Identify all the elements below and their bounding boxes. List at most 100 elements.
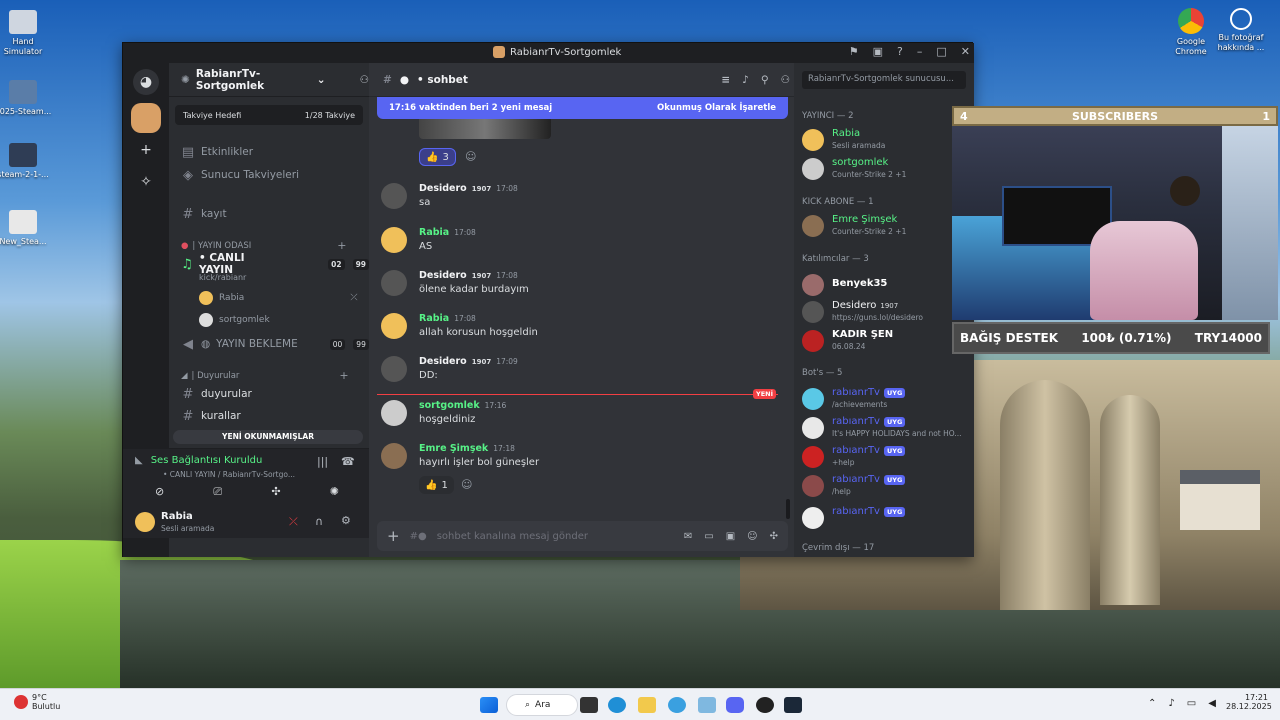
bell-icon[interactable]: ♪ bbox=[742, 74, 749, 86]
new-messages-bar[interactable]: 17:16 vaktinden beri 2 yeni mesaj Okunmu… bbox=[377, 97, 788, 119]
message-author[interactable]: Rabia bbox=[419, 313, 449, 324]
voice-channel-yayin-bekleme[interactable]: ◀ ◍ YAYIN BEKLEME 00 99 bbox=[181, 335, 369, 353]
channel-duyurular[interactable]: # duyurular bbox=[181, 385, 252, 403]
mic-icon[interactable]: ♪ bbox=[1168, 698, 1174, 709]
member-bot[interactable]: rabıanrTv UYG +help bbox=[802, 444, 970, 470]
file-explorer-icon[interactable] bbox=[638, 697, 656, 713]
help-icon[interactable]: ? bbox=[897, 45, 903, 58]
member-desidero[interactable]: Desidero 1907 https://guns.lol/desidero bbox=[802, 299, 970, 325]
apps-icon[interactable]: ✣ bbox=[770, 531, 778, 542]
member-emre[interactable]: Emre Şimşek Counter-Strike 2 +1 bbox=[802, 213, 970, 239]
disconnect-icon[interactable]: ☎ bbox=[341, 455, 355, 468]
sticker-icon[interactable]: ▣ bbox=[726, 531, 735, 542]
threads-icon[interactable]: ≡ bbox=[721, 74, 730, 86]
edge-icon[interactable] bbox=[608, 697, 626, 713]
task-view-icon[interactable] bbox=[580, 697, 598, 713]
plus-icon[interactable]: + bbox=[337, 239, 346, 252]
desktop-icon-hand-simulator[interactable]: Hand Simulator bbox=[0, 10, 54, 57]
server-header[interactable]: ✺ RabianrTv-Sortgomlek ⌄ ⚇ bbox=[169, 63, 369, 97]
taskbar-search[interactable]: ⌕ Ara bbox=[506, 694, 578, 716]
member-bot[interactable]: rabıanrTv UYG bbox=[802, 505, 970, 531]
camera-off-icon[interactable]: ⊘ bbox=[155, 485, 164, 499]
mic-muted-icon[interactable]: ⤫ bbox=[289, 515, 298, 529]
gift-icon[interactable]: ✉ bbox=[684, 531, 692, 542]
screen-share-icon[interactable]: ⎚ bbox=[213, 485, 222, 499]
channel-kayit[interactable]: # kayıt bbox=[181, 205, 227, 223]
server-icon[interactable] bbox=[131, 103, 161, 133]
avatar[interactable] bbox=[381, 356, 407, 382]
message-author[interactable]: sortgomlek bbox=[419, 400, 480, 411]
maximize-button[interactable]: □ bbox=[936, 45, 946, 58]
avatar[interactable] bbox=[381, 183, 407, 209]
steam-icon[interactable] bbox=[784, 697, 802, 713]
chevron-up-icon[interactable]: ⌃ bbox=[1148, 698, 1156, 709]
noise-icon[interactable]: ||| bbox=[317, 455, 328, 468]
settings-gear-icon[interactable]: ⚙ bbox=[341, 514, 351, 527]
desktop-icon-photo-info[interactable]: Bu fotoğraf hakkında ... bbox=[1210, 8, 1272, 53]
avatar[interactable] bbox=[381, 270, 407, 296]
discover-icon[interactable]: ✧ bbox=[133, 169, 159, 195]
close-button[interactable]: ✕ bbox=[961, 45, 970, 58]
server-boosts-link[interactable]: ◈ Sunucu Takviyeleri bbox=[181, 166, 299, 184]
weather-widget[interactable]: 9°C Bulutlu bbox=[14, 693, 60, 711]
chat-scrollbar[interactable] bbox=[786, 499, 790, 519]
member-bot[interactable]: rabıanrTv UYG It's HAPPY HOLIDAYS and not … bbox=[802, 415, 970, 441]
screen-icon[interactable]: ▣ bbox=[873, 45, 883, 58]
message-input[interactable]: + #● sohbet kanalına mesaj gönder ✉ ▭ ▣ … bbox=[377, 521, 788, 551]
app-icon[interactable] bbox=[668, 697, 686, 713]
events-link[interactable]: ▤ Etkinlikler bbox=[181, 143, 253, 161]
reaction-thumbs-up-2[interactable]: 👍 1 bbox=[419, 476, 454, 494]
message-author[interactable]: Emre Şimşek bbox=[419, 443, 488, 454]
message-author[interactable]: Desidero bbox=[419, 270, 467, 281]
volume-icon[interactable]: ◀ bbox=[1208, 698, 1216, 709]
activities-icon[interactable]: ✣ bbox=[271, 485, 280, 499]
pin-icon[interactable]: ⚲ bbox=[761, 74, 769, 86]
reaction-thumbs-up[interactable]: 👍 3 bbox=[419, 148, 456, 166]
category-yayin-odasi[interactable]: ● | YAYIN ODASI + bbox=[181, 239, 346, 252]
new-unread-pill[interactable]: YENİ OKUNMAMIŞLAR bbox=[173, 430, 363, 444]
search-input[interactable]: RabianrTv-Sortgomlek sunucusu... bbox=[802, 71, 966, 89]
voice-channel-canli-yayin[interactable]: ♫ • CANLI YAYIN 02 99 bbox=[181, 252, 369, 276]
boost-goal-bar[interactable]: Takviye Hedefi 1/28 Takviye bbox=[175, 105, 363, 125]
inbox-flag-icon[interactable]: ⚑ bbox=[849, 45, 859, 58]
headphones-icon[interactable]: ∩ bbox=[315, 515, 323, 528]
invite-icon[interactable]: ⚇ bbox=[360, 74, 369, 86]
soundboard-icon[interactable]: ✺ bbox=[330, 485, 339, 499]
member-bot[interactable]: rabıanrTv UYG/help bbox=[802, 473, 970, 499]
emoji-icon[interactable]: ☺ bbox=[747, 531, 757, 542]
app-icon-2[interactable] bbox=[698, 697, 716, 713]
member-bot[interactable]: rabıanrTv UYG/achievements bbox=[802, 386, 970, 412]
message-image[interactable] bbox=[419, 119, 551, 139]
avatar[interactable] bbox=[381, 227, 407, 253]
message-author[interactable]: Rabia bbox=[419, 227, 449, 238]
clock[interactable]: 17:21 28.12.2025 bbox=[1226, 693, 1272, 711]
members-icon[interactable]: ⚇ bbox=[781, 74, 790, 86]
desktop-icon-steam-2025[interactable]: 2025-Steam... bbox=[0, 80, 54, 117]
minimize-button[interactable]: – bbox=[917, 45, 923, 58]
category-duyurular[interactable]: ◢ | Duyurular + bbox=[181, 369, 349, 382]
gif-icon[interactable]: ▭ bbox=[704, 531, 713, 542]
message-author[interactable]: Desidero bbox=[419, 356, 467, 367]
voice-status[interactable]: ◣ Ses Bağlantısı Kuruldu bbox=[135, 455, 262, 466]
add-reaction-icon[interactable]: ☺ bbox=[461, 478, 472, 491]
message-author[interactable]: Desidero bbox=[419, 183, 467, 194]
add-attachment-icon[interactable]: + bbox=[387, 527, 400, 545]
desktop-icon-steam-2[interactable]: steam-2-1-... bbox=[0, 143, 54, 180]
plus-icon[interactable]: + bbox=[339, 369, 348, 382]
channel-kurallar[interactable]: # kurallar bbox=[181, 407, 241, 425]
start-button[interactable] bbox=[480, 697, 498, 713]
avatar[interactable] bbox=[381, 313, 407, 339]
member-benyek35[interactable]: Benyek35 bbox=[802, 272, 970, 298]
network-icon[interactable]: ▭ bbox=[1187, 698, 1196, 709]
discord-taskbar-icon[interactable] bbox=[726, 697, 744, 713]
add-server-icon[interactable]: + bbox=[133, 137, 159, 163]
avatar[interactable] bbox=[381, 400, 407, 426]
discord-home-icon[interactable]: ◕ bbox=[133, 69, 159, 95]
obs-icon[interactable] bbox=[756, 697, 774, 713]
voice-user-sortgomlek[interactable]: sortgomlek bbox=[199, 313, 270, 327]
member-kadir[interactable]: KADIR ŞEN 06.08.24 bbox=[802, 328, 970, 354]
desktop-icon-new-steam[interactable]: New_Stea... bbox=[0, 210, 54, 247]
mark-read-button[interactable]: Okunmuş Olarak İşaretle bbox=[657, 103, 776, 113]
avatar[interactable] bbox=[381, 443, 407, 469]
voice-user-rabia[interactable]: Rabia ⤫ bbox=[199, 291, 358, 305]
